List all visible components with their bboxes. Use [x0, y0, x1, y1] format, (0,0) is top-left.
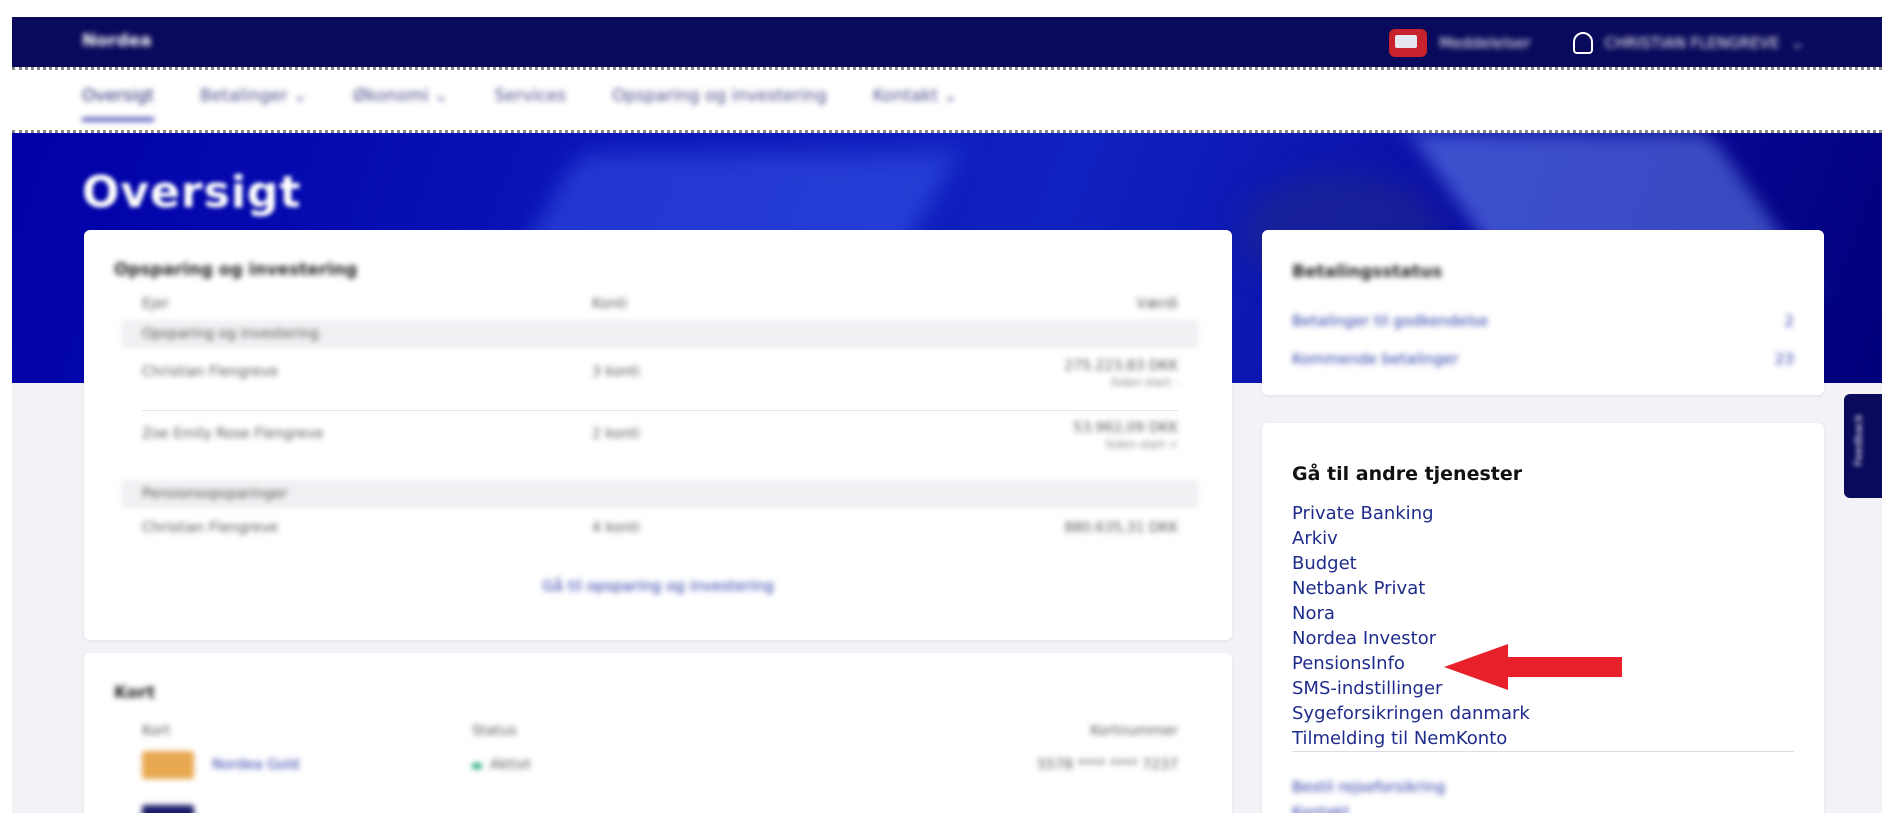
account-count: 3 konti [592, 364, 640, 380]
status-count: 23 [1774, 350, 1794, 368]
table-row[interactable] [122, 805, 1198, 813]
column-header-card-number: Kortnummer [1090, 723, 1178, 739]
feedback-tab[interactable]: Feedback [1844, 394, 1882, 498]
messages-label: Meddelelser [1439, 34, 1531, 52]
user-menu-button[interactable]: CHRISTIAN FLENGREVE ⌄ [1572, 32, 1804, 54]
top-bar-actions: Meddelelser CHRISTIAN FLENGREVE ⌄ [1389, 29, 1804, 57]
other-services-heading: Gå til andre tjenester [1292, 463, 1523, 485]
app-window: Nordea Meddelelser CHRISTIAN FLENGREVE ⌄… [12, 17, 1882, 813]
link-arkiv[interactable]: Arkiv [1292, 526, 1530, 551]
link-rejseforsikring[interactable]: Bestil rejseforsikring [1292, 775, 1445, 800]
group-row-investment: Opsparing og investering [122, 320, 1198, 348]
nordea-logo[interactable]: Nordea [82, 31, 151, 51]
link-netbank-privat[interactable]: Netbank Privat [1292, 576, 1530, 601]
column-header-card: Kort [142, 723, 171, 739]
column-header-owner: Ejer [142, 296, 170, 312]
link-kontakt[interactable]: Kontakt [1292, 800, 1445, 813]
card-status: Aktivt [472, 757, 531, 773]
owner-name: Christian Flengreve [142, 364, 279, 380]
card-number: 5578 **** **** 7237 [1037, 757, 1178, 773]
annotation-arrow-icon [1444, 644, 1622, 690]
user-icon [1572, 32, 1593, 54]
page-title: Oversigt [82, 167, 302, 218]
status-label: Betalinger til godkendelse [1292, 312, 1489, 330]
cards-card: Kort Kort Status Kortnummer Nordea Gold … [84, 653, 1232, 813]
status-count: 2 [1784, 312, 1794, 330]
link-budget[interactable]: Budget [1292, 551, 1530, 576]
row-value: 53.962,09 DKK Siden start + [1073, 420, 1178, 452]
other-services-card: Gå til andre tjenester Private Banking A… [1262, 423, 1824, 813]
payment-status-title: Betalingsstatus [1292, 262, 1443, 282]
nav-services[interactable]: Services [494, 86, 566, 121]
nav-betalinger[interactable]: Betalinger ⌄ [200, 86, 307, 121]
account-count: 4 konti [592, 520, 640, 536]
payment-status-row[interactable]: Kommende betalinger 23 [1292, 350, 1794, 368]
status-label: Aktivt [490, 757, 531, 773]
goto-investment-link[interactable]: Gå til opsparing og investering [84, 577, 1232, 595]
link-private-banking[interactable]: Private Banking [1292, 501, 1530, 526]
services-link-list: Private Banking Arkiv Budget Netbank Pri… [1292, 501, 1530, 751]
link-nemkonto[interactable]: Tilmelding til NemKonto [1292, 726, 1530, 751]
messages-button[interactable]: Meddelelser [1389, 29, 1531, 57]
nav-kontakt[interactable]: Kontakt ⌄ [873, 86, 958, 121]
nav-opsparing[interactable]: Opsparing og investering [612, 86, 827, 121]
value-change: Siden start + [1105, 438, 1178, 451]
user-name: CHRISTIAN FLENGREVE [1604, 34, 1780, 52]
payment-status-card: Betalingsstatus Betalinger til godkendel… [1262, 230, 1824, 395]
column-header-accounts: Konti [592, 296, 628, 312]
card-image [142, 751, 194, 779]
cards-card-title: Kort [114, 683, 156, 703]
divider [1292, 751, 1794, 752]
mail-icon [1389, 29, 1428, 57]
table-row[interactable]: Nordea Gold Aktivt 5578 **** **** 7237 [122, 751, 1198, 787]
nav-oversigt[interactable]: Oversigt [82, 86, 154, 121]
value-amount: 880.635,31 DKK [1064, 520, 1178, 536]
value-amount: 275.223,83 DKK [1064, 358, 1178, 374]
column-header-value: Værdi [1136, 296, 1178, 312]
chevron-down-icon: ⌄ [1791, 34, 1804, 52]
main-navigation: Oversigt Betalinger ⌄ Økonomi ⌄ Services… [12, 67, 1882, 133]
account-count: 2 konti [592, 426, 640, 442]
nav-okonomi[interactable]: Økonomi ⌄ [353, 86, 448, 121]
value-change: Siden start - [1110, 376, 1178, 389]
table-row[interactable]: Zoe Emily Rose Flengreve 2 konti 53.962,… [122, 420, 1198, 464]
payment-status-row[interactable]: Betalinger til godkendelse 2 [1292, 312, 1794, 330]
table-row[interactable]: Christian Flengreve 3 konti 275.223,83 D… [122, 358, 1198, 402]
top-bar: Nordea Meddelelser CHRISTIAN FLENGREVE ⌄ [12, 17, 1882, 67]
investment-card: Opsparing og investering Ejer Konti Værd… [84, 230, 1232, 640]
row-value: 275.223,83 DKK Siden start - [1064, 358, 1178, 390]
value-amount: 53.962,09 DKK [1073, 420, 1178, 436]
link-nora[interactable]: Nora [1292, 601, 1530, 626]
group-row-pension: Pensionsopsparinger [122, 480, 1198, 508]
feedback-label: Feedback [1852, 414, 1865, 467]
status-dot [472, 763, 482, 769]
owner-name: Zoe Emily Rose Flengreve [142, 426, 324, 442]
card-image [142, 805, 194, 813]
investment-card-title: Opsparing og investering [114, 260, 358, 280]
column-header-status: Status [472, 723, 517, 739]
link-sygeforsikringen[interactable]: Sygeforsikringen danmark [1292, 701, 1530, 726]
owner-name: Christian Flengreve [142, 520, 279, 536]
card-name[interactable]: Nordea Gold [212, 757, 299, 773]
more-links: Bestil rejseforsikring Kontakt [1292, 775, 1445, 813]
status-label: Kommende betalinger [1292, 350, 1459, 368]
